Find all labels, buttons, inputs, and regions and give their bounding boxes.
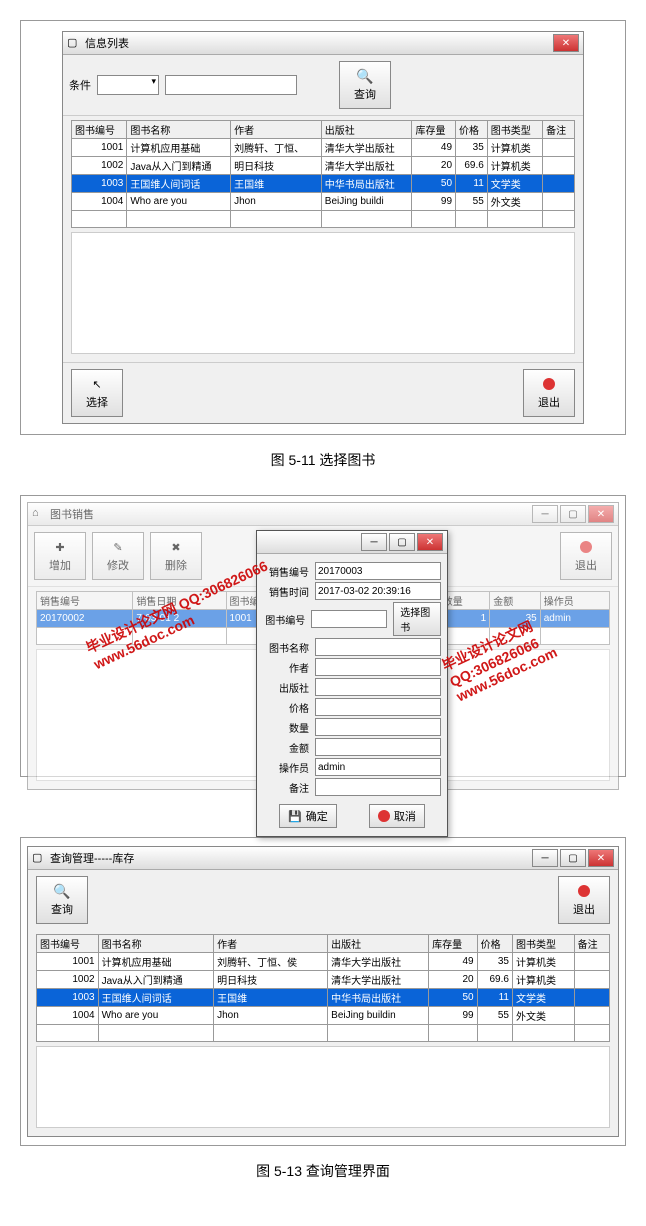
figure-5-13: ▢ 查询管理-----库存 ─▢✕ 🔍查询 退出 图书编号图书名称作者出版社库存…	[20, 837, 626, 1146]
remark-field[interactable]	[315, 778, 441, 796]
operator-field[interactable]: admin	[315, 758, 441, 776]
book-id-field[interactable]	[311, 610, 387, 628]
save-icon: 💾	[288, 810, 302, 823]
footer-bar: ↖ 选择 退出	[63, 362, 583, 423]
add-icon: ✚	[52, 539, 68, 555]
price-field[interactable]	[315, 698, 441, 716]
edit-button[interactable]: ✎修改	[92, 532, 144, 580]
publisher-field[interactable]	[315, 678, 441, 696]
select-button[interactable]: ↖ 选择	[71, 369, 123, 417]
condition-input[interactable]	[165, 75, 297, 95]
minimize-icon[interactable]: ─	[532, 849, 558, 867]
window-title: 信息列表	[85, 35, 129, 51]
edit-icon: ✎	[110, 539, 126, 555]
table-row: 1001计算机应用基础刘腾轩、丁恒、侯清华大学出版社4935计算机类	[37, 953, 610, 971]
app-icon: ▢	[67, 36, 81, 50]
titlebar: ─▢✕	[257, 531, 447, 554]
search-button[interactable]: 🔍 查询	[339, 61, 391, 109]
magnifier-icon: 🔍	[357, 68, 373, 84]
maximize-icon[interactable]: ▢	[560, 849, 586, 867]
amount-field[interactable]	[315, 738, 441, 756]
toolbar: 🔍查询 退出	[28, 870, 618, 930]
condition-label: 条件	[69, 77, 91, 93]
caption-5-13: 图 5-13 查询管理界面	[20, 1161, 626, 1181]
close-icon[interactable]: ✕	[588, 505, 614, 523]
exit-icon	[578, 539, 594, 555]
author-field[interactable]	[315, 658, 441, 676]
ok-button[interactable]: 💾确定	[279, 804, 337, 828]
delete-button[interactable]: ✖删除	[150, 532, 202, 580]
sale-form: 销售编号20170003 销售时间2017-03-02 20:39:16 图书编…	[257, 554, 447, 836]
table-row	[37, 1025, 610, 1042]
table-row: 1002Java从入门到精通明日科技清华大学出版社2069.6计算机类	[37, 971, 610, 989]
add-button[interactable]: ✚增加	[34, 532, 86, 580]
table-row: 1004Who are youJhonBeiJing buildi9955外文类	[72, 193, 575, 211]
close-icon[interactable]: ✕	[553, 34, 579, 52]
book-table[interactable]: 图书编号图书名称作者出版社库存量价格图书类型备注 1001计算机应用基础刘腾轩、…	[71, 120, 575, 228]
exit-icon	[576, 883, 592, 899]
content-area	[71, 232, 575, 354]
figure-5-12: ⌂ 图书销售 ─▢✕ ✚增加 ✎修改 ✖删除 退出 销售编号销售日期图书编号图书…	[20, 495, 626, 777]
caption-5-11: 图 5-11 选择图书	[20, 450, 626, 470]
maximize-icon[interactable]: ▢	[560, 505, 586, 523]
table-row-selected: 1003王国维人间词话王国维中华书局出版社5011文学类	[72, 175, 575, 193]
window-info-list: ▢ 信息列表 ✕ 条件 🔍 查询 图书编号图书名称作者出版社库存量价格图书类型备…	[62, 31, 584, 424]
sale-id-field[interactable]: 20170003	[315, 562, 441, 580]
book-name-field[interactable]	[315, 638, 441, 656]
titlebar: ▢ 信息列表 ✕	[63, 32, 583, 55]
app-icon: ⌂	[32, 507, 46, 521]
table-row: 1002Java从入门到精通明日科技清华大学出版社2069.6计算机类	[72, 157, 575, 175]
sale-time-field[interactable]: 2017-03-02 20:39:16	[315, 582, 441, 600]
exit-button[interactable]: 退出	[558, 876, 610, 924]
stock-table[interactable]: 图书编号图书名称作者出版社库存量价格图书类型备注 1001计算机应用基础刘腾轩、…	[36, 934, 610, 1042]
exit-button[interactable]: 退出	[560, 532, 612, 580]
condition-combo[interactable]	[97, 75, 159, 95]
cancel-button[interactable]: 取消	[369, 804, 425, 828]
minimize-icon[interactable]: ─	[532, 505, 558, 523]
magnifier-icon: 🔍	[54, 883, 70, 899]
minimize-icon[interactable]: ─	[361, 533, 387, 551]
table-row-selected: 1003王国维人间词话王国维中华书局出版社5011文学类	[37, 989, 610, 1007]
app-icon: ▢	[32, 851, 46, 865]
close-icon[interactable]: ✕	[417, 533, 443, 551]
figure-5-11: ▢ 信息列表 ✕ 条件 🔍 查询 图书编号图书名称作者出版社库存量价格图书类型备…	[20, 20, 626, 435]
titlebar: ▢ 查询管理-----库存 ─▢✕	[28, 847, 618, 870]
table-row: 1004Who are youJhonBeiJing buildin9955外文…	[37, 1007, 610, 1025]
qty-field[interactable]	[315, 718, 441, 736]
window-title: 查询管理-----库存	[50, 850, 134, 866]
maximize-icon[interactable]: ▢	[389, 533, 415, 551]
table-header: 图书编号图书名称作者出版社库存量价格图书类型备注	[72, 121, 575, 139]
search-button[interactable]: 🔍查询	[36, 876, 88, 924]
table-row	[72, 211, 575, 228]
table-header: 图书编号图书名称作者出版社库存量价格图书类型备注	[37, 935, 610, 953]
window-controls: ✕	[553, 34, 579, 52]
select-book-button[interactable]: 选择图书	[393, 602, 441, 636]
content-area	[36, 1046, 610, 1128]
delete-icon: ✖	[168, 539, 184, 555]
table-row: 1001计算机应用基础刘腾轩、丁恒、清华大学出版社4935计算机类	[72, 139, 575, 157]
exit-button[interactable]: 退出	[523, 369, 575, 417]
close-icon[interactable]: ✕	[588, 849, 614, 867]
search-toolbar: 条件 🔍 查询	[63, 55, 583, 116]
titlebar: ⌂ 图书销售 ─▢✕	[28, 503, 618, 526]
window-title: 图书销售	[50, 506, 94, 522]
sale-form-dialog: ─▢✕ 销售编号20170003 销售时间2017-03-02 20:39:16…	[256, 530, 448, 837]
window-query-stock: ▢ 查询管理-----库存 ─▢✕ 🔍查询 退出 图书编号图书名称作者出版社库存…	[27, 846, 619, 1137]
cancel-icon	[378, 810, 390, 822]
pointer-icon: ↖	[89, 376, 105, 392]
exit-icon	[541, 376, 557, 392]
